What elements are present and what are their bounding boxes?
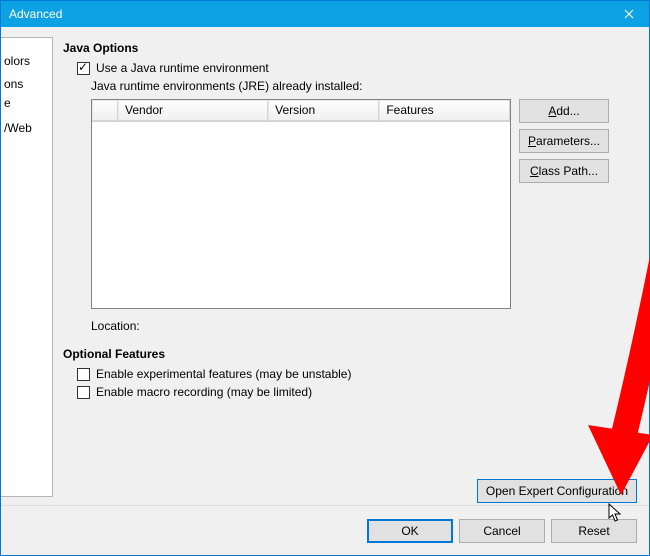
use-jre-checkbox[interactable] [77,62,90,75]
jre-table-header: Vendor Version Features [92,100,510,122]
location-label: Location: [91,319,637,333]
jre-version-col[interactable]: Version [268,100,379,121]
experimental-checkbox[interactable] [77,368,90,381]
advanced-dialog: Advanced olors onse/Web Java Options Use … [0,0,650,556]
jre-vendor-col[interactable]: Vendor [118,100,268,121]
use-jre-row[interactable]: Use a Java runtime environment [77,61,637,75]
java-options-heading: Java Options [63,41,637,55]
jre-installed-label: Java runtime environments (JRE) already … [91,79,637,93]
open-expert-configuration-button[interactable]: Open Expert Configuration [477,479,637,503]
dialog-footer: OK Cancel Reset [1,505,649,555]
optional-features-heading: Optional Features [63,347,637,361]
use-jre-label: Use a Java runtime environment [96,61,269,75]
class-path-button[interactable]: Class Path... [519,159,609,183]
close-button[interactable] [609,1,649,27]
parameters-button[interactable]: Parameters... [519,129,609,153]
close-icon [624,9,634,19]
reset-button[interactable]: Reset [551,519,637,543]
dialog-body: olors onse/Web Java Options Use a Java ru… [1,27,649,505]
jre-table[interactable]: Vendor Version Features [91,99,511,309]
tree-item[interactable]: /Web [1,119,52,138]
macro-checkbox[interactable] [77,386,90,399]
experimental-features-row[interactable]: Enable experimental features (may be uns… [77,367,637,381]
experimental-label: Enable experimental features (may be uns… [96,367,351,381]
macro-label: Enable macro recording (may be limited) [96,385,312,399]
jre-features-col[interactable]: Features [379,100,510,121]
jre-checkbox-col[interactable] [92,100,118,121]
add-button[interactable]: Add... [519,99,609,123]
window-title: Advanced [9,7,62,21]
macro-recording-row[interactable]: Enable macro recording (may be limited) [77,385,637,399]
titlebar: Advanced [1,1,649,27]
tree-item[interactable]: ons [1,75,52,94]
ok-button[interactable]: OK [367,519,453,543]
main-panel: Java Options Use a Java runtime environm… [63,37,637,505]
category-tree[interactable]: olors onse/Web [1,37,53,497]
cancel-button[interactable]: Cancel [459,519,545,543]
tree-item[interactable]: e [1,94,52,113]
tree-item[interactable]: olors [1,52,52,71]
